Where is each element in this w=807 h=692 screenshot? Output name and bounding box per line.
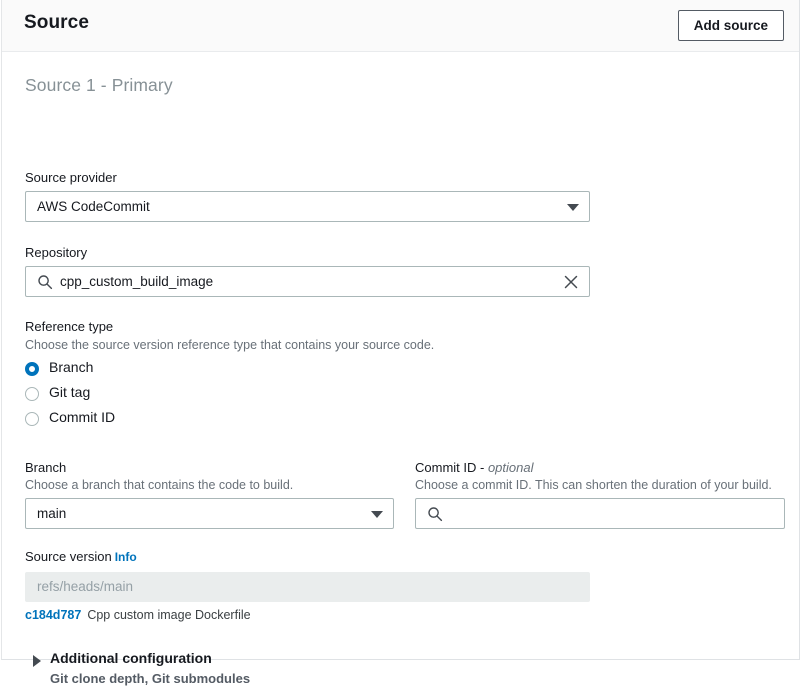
source-version-input: refs/heads/main [25, 572, 590, 602]
radio-branch-label: Branch [49, 359, 94, 375]
radio-indicator-selected [25, 362, 39, 376]
radio-indicator [25, 387, 39, 401]
commit-message: Cpp custom image Dockerfile [87, 608, 251, 622]
reference-type-description: Choose the source version reference type… [25, 338, 435, 352]
radio-branch[interactable]: Branch [25, 359, 225, 381]
page-title: Source [24, 12, 90, 33]
commit-id-optional-text: optional [487, 460, 534, 475]
source-version-label-text: Source version [25, 549, 112, 564]
branch-value: main [37, 506, 67, 521]
repository-field[interactable]: cpp_custom_build_image [25, 266, 590, 297]
commit-hash-link[interactable]: c184d787 [25, 608, 81, 622]
radio-commit-id[interactable]: Commit ID [25, 409, 225, 431]
branch-label: Branch [25, 460, 67, 475]
additional-configuration-expander[interactable]: Additional configuration Git clone depth… [33, 650, 363, 692]
card-header: Source Add source [2, 0, 799, 52]
search-icon [427, 506, 443, 522]
additional-configuration-subtitle: Git clone depth, Git submodules [50, 671, 251, 686]
source-version-label: Source version Info [25, 549, 137, 564]
commit-info: c184d787 Cpp custom image Dockerfile [25, 608, 251, 622]
repository-value: cpp_custom_build_image [60, 274, 214, 289]
commit-id-description: Choose a commit ID. This can shorten the… [415, 478, 772, 492]
source-provider-label: Source provider [25, 170, 117, 185]
radio-git-tag[interactable]: Git tag [25, 384, 225, 406]
chevron-down-icon [371, 511, 383, 518]
source-provider-select[interactable]: AWS CodeCommit [25, 191, 590, 222]
source-card: Source Add source Source 1 - Primary Sou… [1, 0, 800, 686]
source-version-value: refs/heads/main [37, 579, 134, 594]
radio-indicator [25, 412, 39, 426]
close-icon[interactable] [563, 274, 579, 290]
commit-id-label: Commit ID - optional [415, 460, 534, 475]
branch-description: Choose a branch that contains the code t… [25, 478, 294, 492]
radio-commit-id-label: Commit ID [49, 409, 116, 425]
triangle-right-icon [33, 655, 41, 667]
commit-id-field[interactable] [415, 498, 785, 529]
branch-select[interactable]: main [25, 498, 394, 529]
source-provider-value: AWS CodeCommit [37, 199, 150, 214]
info-link[interactable]: Info [115, 550, 137, 564]
repository-label: Repository [25, 245, 88, 260]
source-section-heading: Source 1 - Primary [25, 75, 173, 95]
radio-git-tag-label: Git tag [49, 384, 91, 400]
chevron-down-icon [567, 204, 579, 211]
add-source-button[interactable]: Add source [677, 10, 784, 41]
reference-type-label: Reference type [25, 319, 114, 334]
search-icon [37, 274, 53, 290]
commit-id-label-text: Commit ID - [415, 460, 488, 475]
